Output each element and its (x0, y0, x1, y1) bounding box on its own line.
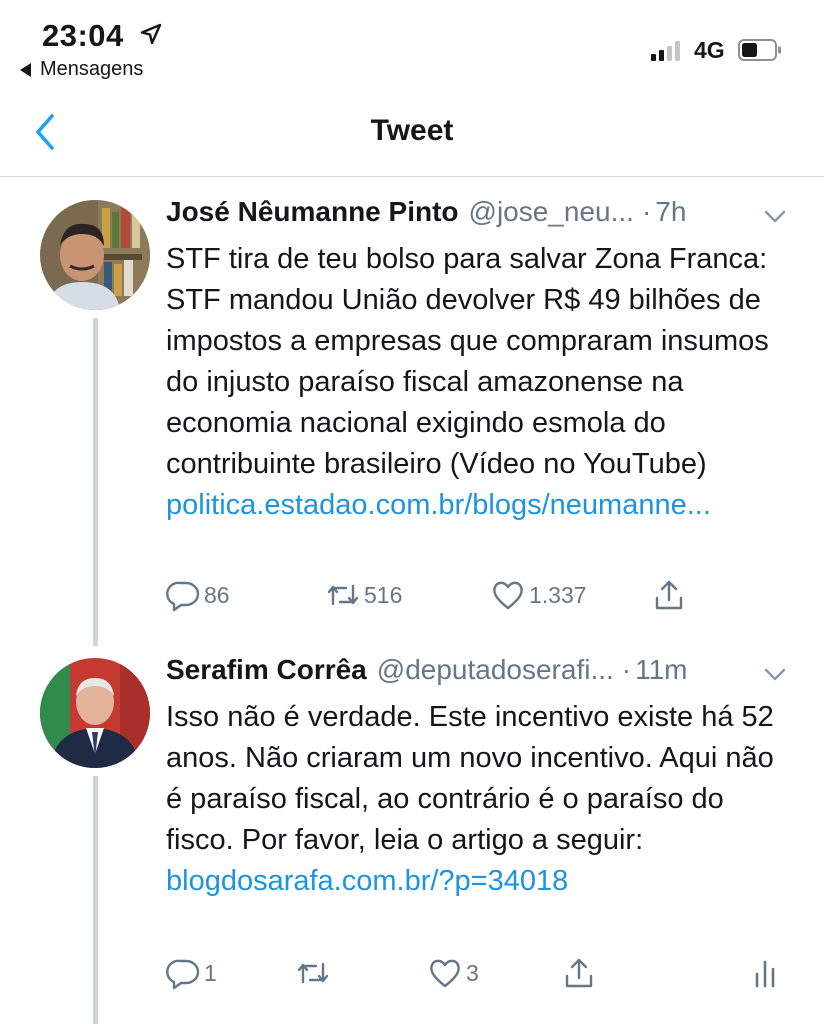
tweet-time[interactable]: 11m (635, 654, 687, 686)
retweet-button[interactable]: 516 (326, 578, 402, 612)
location-arrow-icon (140, 23, 162, 45)
like-count: 3 (466, 959, 479, 986)
analytics-icon (755, 960, 775, 988)
tweet-actions: 1 3 (166, 956, 786, 996)
share-icon (655, 580, 683, 610)
network-type: 4G (694, 37, 725, 63)
heart-icon (430, 959, 460, 988)
page-title: Tweet (370, 114, 454, 147)
like-button[interactable]: 1.337 (491, 578, 587, 612)
tweet-time[interactable]: 7h (655, 196, 686, 228)
author-handle[interactable]: @jose_neu... (469, 196, 634, 228)
back-triangle-icon (20, 62, 31, 77)
tweet-actions: 86 516 1.337 (166, 578, 786, 618)
author-handle[interactable]: @deputadoserafi... (377, 654, 614, 686)
back-to-app-link[interactable]: Mensagens (20, 58, 143, 81)
reply-count: 86 (204, 581, 230, 608)
tweet-header: Serafim Corrêa @deputadoserafi... · 11m (166, 654, 784, 694)
avatar[interactable] (40, 200, 150, 310)
chevron-down-icon[interactable] (764, 210, 786, 224)
reply-icon (166, 581, 200, 612)
separator-dot: · (621, 654, 632, 685)
cellular-signal-icon (651, 40, 680, 61)
thread-line (93, 776, 98, 1024)
tweet-text: STF tira de teu bolso para salvar Zona F… (166, 243, 769, 480)
status-time: 23:04 (42, 18, 124, 53)
tweet-header: José Nêumanne Pinto @jose_neu... · 7h (166, 196, 784, 236)
share-icon (565, 958, 593, 988)
reply-button[interactable]: 86 (166, 578, 230, 612)
reply-count: 1 (204, 959, 217, 986)
tweet-text: Isso não é verdade. Este incentivo exist… (166, 701, 774, 856)
retweet-icon (297, 962, 329, 984)
tweet-link[interactable]: politica.estadao.com.br/blogs/neumanne..… (166, 485, 796, 526)
retweet-count: 516 (364, 581, 403, 608)
analytics-button[interactable] (748, 956, 782, 990)
nav-bar: Tweet (0, 90, 824, 177)
thread-line (93, 318, 98, 646)
back-app-label: Mensagens (40, 58, 144, 80)
author-name[interactable]: Serafim Corrêa (166, 654, 367, 686)
author-name[interactable]: José Nêumanne Pinto (166, 196, 459, 228)
heart-icon (493, 581, 523, 610)
retweet-button[interactable] (296, 956, 334, 990)
tweet-link[interactable]: blogdosarafa.com.br/?p=34018 (166, 861, 796, 902)
tweet[interactable]: Serafim Corrêa @deputadoserafi... · 11m … (0, 646, 824, 1024)
tweet-body: STF tira de teu bolso para salvar Zona F… (166, 239, 796, 526)
chevron-down-icon[interactable] (764, 668, 786, 682)
share-button[interactable] (562, 956, 596, 990)
separator-dot: · (641, 196, 652, 227)
share-button[interactable] (652, 578, 686, 612)
battery-icon (738, 39, 781, 61)
reply-button[interactable]: 1 (166, 956, 217, 990)
tweet-body: Isso não é verdade. Este incentivo exist… (166, 697, 796, 902)
retweet-icon (327, 584, 359, 606)
avatar[interactable] (40, 658, 150, 768)
reply-icon (166, 959, 200, 990)
like-button[interactable]: 3 (428, 956, 479, 990)
like-count: 1.337 (529, 581, 587, 608)
status-bar: 23:04 Mensagens 4G (0, 0, 824, 90)
tweet[interactable]: José Nêumanne Pinto @jose_neu... · 7h ST… (0, 176, 824, 646)
